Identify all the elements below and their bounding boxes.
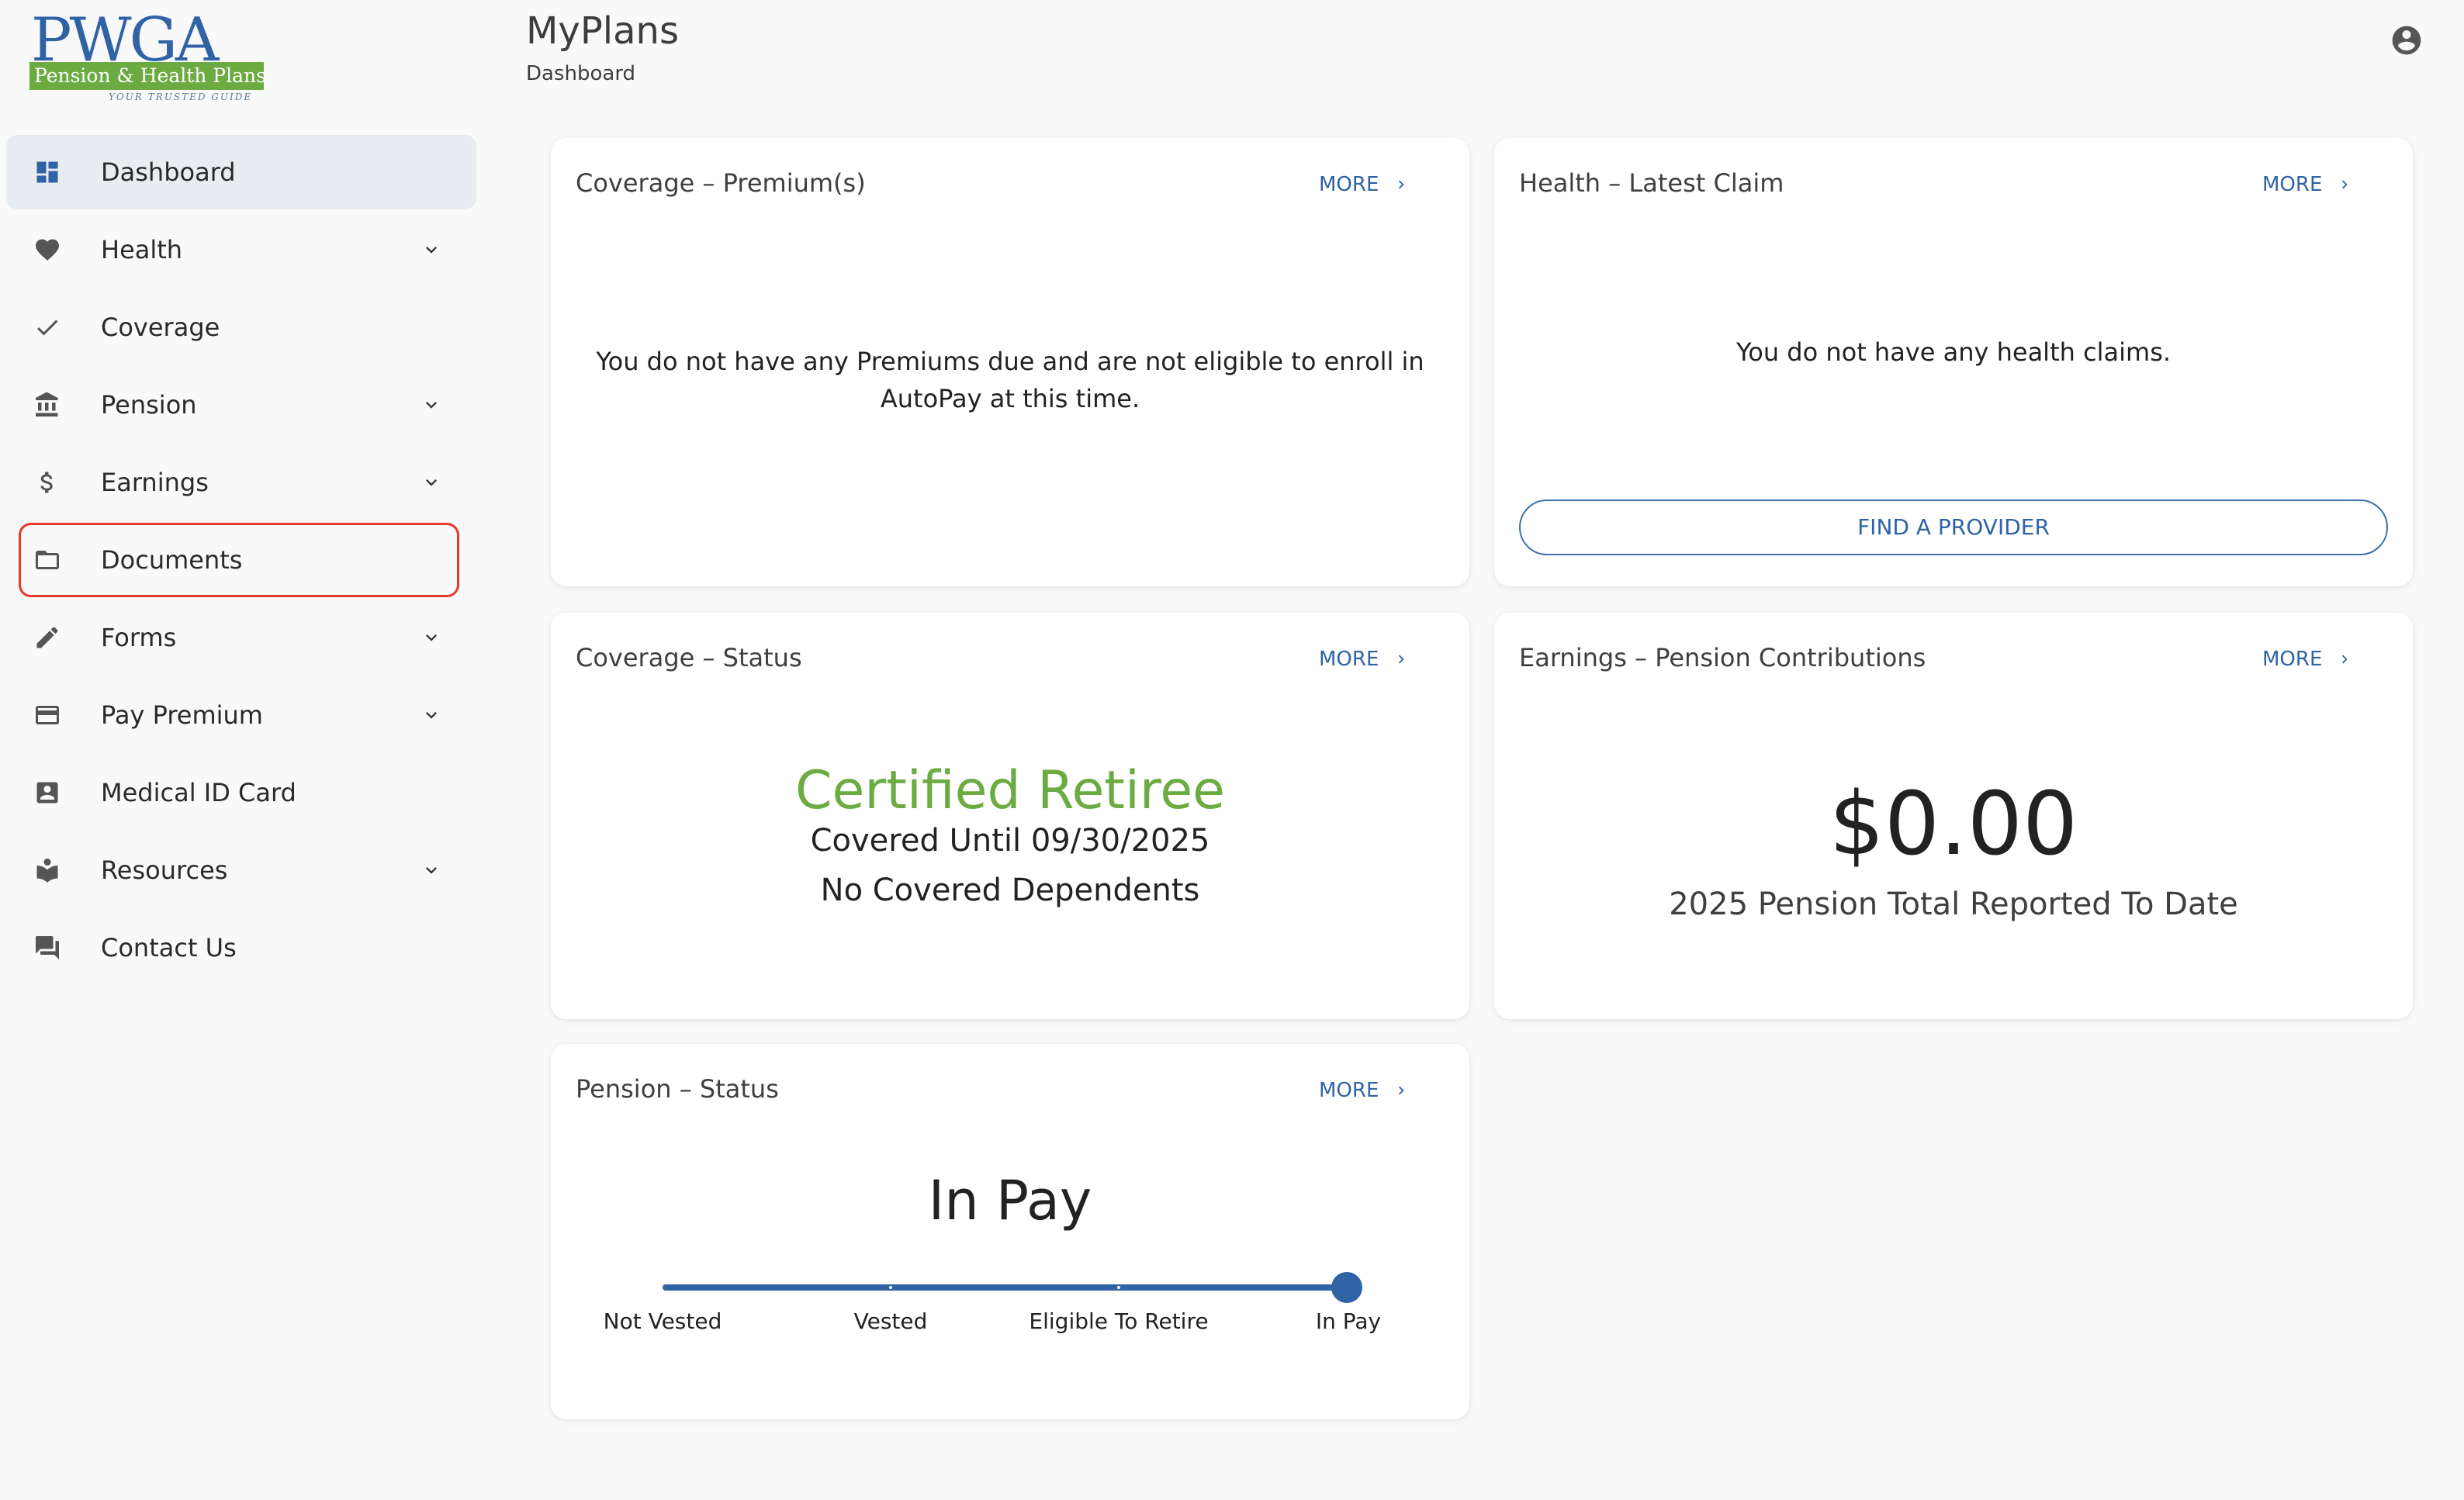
sidebar-nav: Dashboard Health Coverage Pension Earnin… (6, 135, 476, 988)
sidebar-item-label: Earnings (101, 468, 209, 497)
sidebar-item-pension[interactable]: Pension (6, 368, 476, 442)
chevron-down-icon[interactable] (420, 704, 442, 726)
sidebar-item-contact-us[interactable]: Contact Us (6, 911, 476, 985)
sidebar-item-health[interactable]: Health (6, 213, 476, 287)
chevron-down-icon[interactable] (420, 472, 442, 493)
claims-message: You do not have any health claims. (1736, 337, 2172, 367)
book-reader-icon (31, 856, 64, 884)
sidebar-item-earnings[interactable]: Earnings (6, 445, 476, 520)
latest-claim-card: Health – Latest Claim MORE You do not ha… (1494, 138, 2413, 586)
sidebar-item-coverage[interactable]: Coverage (6, 290, 476, 365)
heart-icon (31, 236, 64, 264)
contributions-amount: $0.00 (1829, 774, 2078, 875)
dashboard-icon (31, 158, 64, 186)
chevron-down-icon[interactable] (420, 239, 442, 261)
more-link[interactable]: MORE (2262, 645, 2353, 673)
card-title: Health – Latest Claim (1519, 168, 1784, 198)
premiums-card: Coverage – Premium(s) MORE You do not ha… (551, 138, 1469, 586)
sidebar-item-label: Medical ID Card (101, 778, 296, 807)
card-title: Coverage – Status (576, 643, 802, 672)
pension-progress-stepper (663, 1272, 1362, 1303)
sidebar-item-pay-premium[interactable]: Pay Premium (6, 678, 476, 752)
step-label-not-vested: Not Vested (603, 1308, 722, 1334)
stepper-tick (889, 1286, 892, 1289)
folder-icon (31, 546, 64, 574)
stepper-current-marker (1331, 1272, 1362, 1303)
chevron-right-icon (1393, 651, 1410, 668)
sidebar-item-label: Pay Premium (101, 700, 263, 730)
card-title: Pension – Status (576, 1074, 779, 1104)
sidebar-item-documents[interactable]: Documents (19, 523, 459, 597)
more-label: MORE (1319, 648, 1379, 671)
sidebar-item-label: Health (101, 235, 183, 264)
chevron-right-icon (2336, 651, 2353, 668)
chevron-right-icon (1393, 1082, 1410, 1099)
chevron-down-icon[interactable] (420, 627, 442, 648)
find-a-provider-button[interactable]: FIND A PROVIDER (1519, 499, 2388, 555)
credit-card-icon (31, 701, 64, 729)
more-label: MORE (1319, 173, 1379, 196)
chevron-down-icon[interactable] (420, 394, 442, 416)
breadcrumb: Dashboard (526, 62, 636, 85)
page-title: MyPlans (526, 9, 679, 53)
more-label: MORE (2262, 648, 2323, 671)
chevron-right-icon (1393, 176, 1410, 193)
pencil-icon (31, 624, 64, 651)
sidebar: PWGA Pension & Health Plans YOUR TRUSTED… (0, 0, 497, 1500)
logo-tagline: YOUR TRUSTED GUIDE (109, 92, 253, 102)
sidebar-item-resources[interactable]: Resources (6, 833, 476, 907)
step-label-in-pay: In Pay (1315, 1308, 1382, 1334)
contributions-caption: 2025 Pension Total Reported To Date (1669, 887, 2238, 922)
more-link[interactable]: MORE (1319, 171, 1410, 199)
pwga-logo[interactable]: PWGA Pension & Health Plans YOUR TRUSTED… (29, 8, 267, 102)
step-label-vested: Vested (853, 1308, 928, 1334)
premiums-message-line2: AutoPay at this time. (880, 384, 1140, 413)
sidebar-item-forms[interactable]: Forms (6, 600, 476, 675)
sidebar-item-label: Dashboard (101, 157, 236, 187)
id-badge-icon (31, 779, 64, 807)
more-label: MORE (2262, 173, 2323, 196)
pension-contributions-card: Earnings – Pension Contributions MORE $0… (1494, 613, 2413, 1019)
more-link[interactable]: MORE (2262, 171, 2353, 199)
premiums-message-line1: You do not have any Premiums due and are… (596, 347, 1424, 376)
card-title: Coverage – Premium(s) (576, 168, 866, 198)
card-title: Earnings – Pension Contributions (1519, 643, 1926, 672)
stepper-tick (1117, 1286, 1120, 1289)
stepper-track (663, 1284, 1348, 1291)
sidebar-item-label: Coverage (101, 313, 220, 342)
more-label: MORE (1319, 1079, 1379, 1102)
dependents-text: No Covered Dependents (820, 873, 1200, 908)
sidebar-item-label: Resources (101, 855, 228, 885)
more-link[interactable]: MORE (1319, 1077, 1410, 1104)
sidebar-item-label: Forms (101, 623, 177, 652)
sidebar-item-label: Contact Us (101, 933, 237, 963)
sidebar-item-medical-id-card[interactable]: Medical ID Card (6, 755, 476, 830)
sidebar-item-label: Documents (101, 545, 243, 575)
dollar-icon (31, 468, 64, 496)
sidebar-item-label: Pension (101, 390, 197, 420)
coverage-status-value: Certified Retiree (795, 760, 1225, 821)
chevron-right-icon (2336, 176, 2353, 193)
chat-bubbles-icon (31, 934, 64, 962)
chevron-down-icon[interactable] (420, 859, 442, 881)
more-link[interactable]: MORE (1319, 645, 1410, 673)
bank-icon (31, 391, 64, 419)
pension-status-value: In Pay (928, 1169, 1092, 1232)
coverage-status-card: Coverage – Status MORE Certified Retiree… (551, 613, 1469, 1019)
logo-band: Pension & Health Plans (29, 62, 266, 90)
account-circle-icon[interactable] (2390, 23, 2424, 57)
step-label-eligible-to-retire: Eligible To Retire (1029, 1308, 1209, 1334)
pension-status-card: Pension – Status MORE In Pay Not Vested … (551, 1044, 1469, 1419)
check-icon (31, 313, 64, 341)
sidebar-item-dashboard[interactable]: Dashboard (6, 135, 476, 209)
covered-until-text: Covered Until 09/30/2025 (810, 823, 1210, 859)
